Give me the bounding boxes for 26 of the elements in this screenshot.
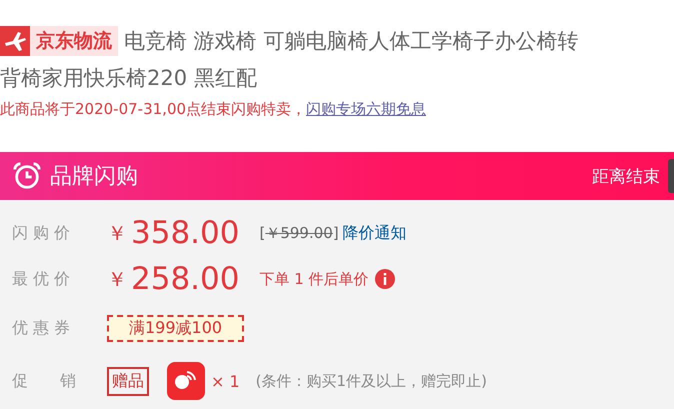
price-note: 下单 1 件后单价 (259, 270, 369, 288)
promo-link[interactable]: 闪购专场六期免息 (306, 100, 426, 118)
logistics-badge: 京东物流 (0, 26, 118, 56)
product-title: 电竞椅 游戏椅 可躺电脑椅人体工学椅子办公椅转 (124, 28, 578, 55)
flash-price: 358.00 (131, 215, 240, 251)
currency-sign: ￥ (107, 266, 127, 292)
notice-text: 此商品将于2020-07-31,00点结束闪购特卖， (0, 100, 306, 118)
row-label: 促 销 (12, 370, 77, 392)
row-label: 闪 购 价 (12, 222, 72, 244)
original-price: [￥599.00] (259, 224, 339, 242)
countdown-box (668, 159, 674, 193)
row-label: 最 优 价 (12, 268, 72, 290)
currency-sign: ￥ (107, 220, 127, 246)
gift-condition: (条件：购买1件及以上，赠完即止) (256, 372, 487, 390)
row-label: 优 惠 券 (12, 318, 72, 338)
info-icon[interactable] (374, 269, 395, 289)
gift-product-icon[interactable] (167, 362, 205, 400)
price-alert-link[interactable]: 降价通知 (342, 222, 407, 244)
gift-tag: 赠品 (107, 366, 149, 396)
banner-title: 品牌闪购 (50, 163, 138, 191)
countdown-label: 距离结束 (592, 166, 660, 188)
product-title: 背椅家用快乐椅220 黑红配 (0, 65, 258, 92)
gift-quantity: × 1 (211, 372, 240, 390)
best-price: 258.00 (131, 261, 240, 297)
coupon-tag[interactable]: 满199减100 (107, 314, 244, 342)
alarm-clock-icon (12, 161, 42, 191)
